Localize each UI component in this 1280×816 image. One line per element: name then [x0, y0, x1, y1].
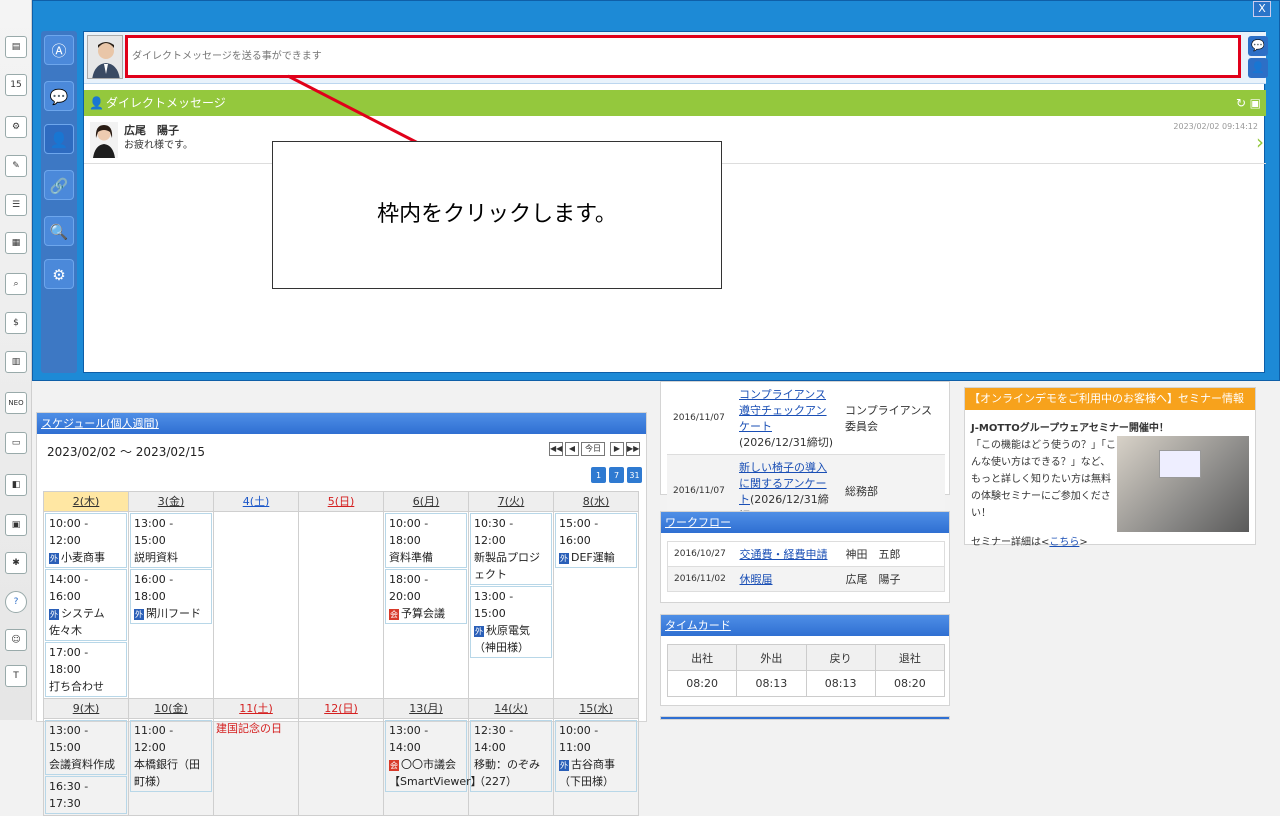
schedule-event[interactable]: 13:00 - 15:00 会議資料作成 [45, 720, 127, 775]
schedule-event[interactable]: 12:30 - 14:00 移動：のぞみ（227） [470, 720, 552, 792]
schedule-event[interactable]: 16:30 - 17:30 [45, 776, 127, 814]
schedule-event[interactable]: 10:00 - 11:00 外古谷商事（下田様） [555, 720, 637, 792]
instruction-callout: 枠内をクリックします。 [272, 141, 722, 289]
schedule-event[interactable]: 13:00 - 14:00 会〇〇市議会【SmartViewer】 [385, 720, 482, 792]
holiday-label: 建国記念の日 [216, 722, 282, 735]
callout-arrow [287, 74, 419, 145]
schedule-event[interactable]: 11:00 - 12:00 本橋銀行（田町様） [130, 720, 212, 792]
